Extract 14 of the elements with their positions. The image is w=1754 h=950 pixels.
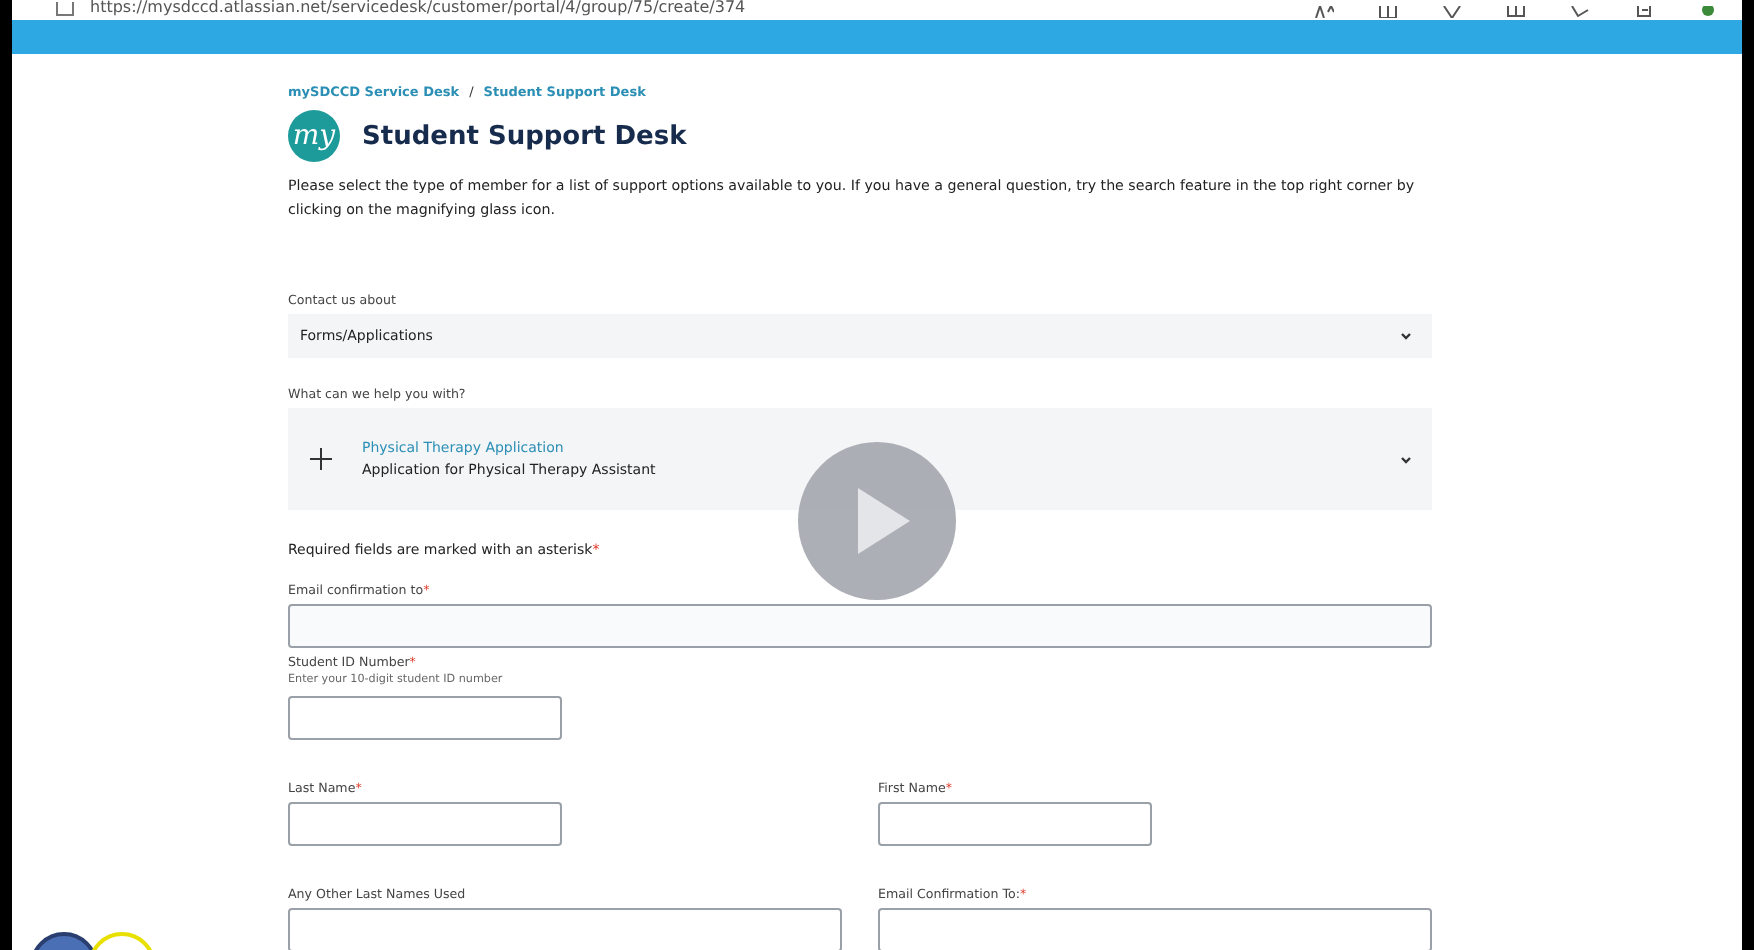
text-input[interactable]	[288, 802, 562, 846]
page-info-icon[interactable]	[56, 2, 74, 16]
portal-title: Student Support Desk	[362, 121, 687, 151]
text-input[interactable]	[288, 908, 842, 950]
text-input[interactable]	[288, 696, 562, 740]
chevron-down-icon	[1400, 332, 1412, 340]
portal-logo: my	[288, 110, 340, 162]
text-input[interactable]	[878, 908, 1432, 950]
chevron-down-icon	[1400, 455, 1412, 463]
text-input[interactable]	[878, 802, 1152, 846]
address-bar-url[interactable]: https://mysdccd.atlassian.net/servicedesk/customer/portal/4/group/75/create/374	[90, 0, 746, 16]
text-input[interactable]	[288, 604, 1432, 648]
plus-icon	[310, 448, 332, 470]
play-button[interactable]	[798, 442, 956, 600]
